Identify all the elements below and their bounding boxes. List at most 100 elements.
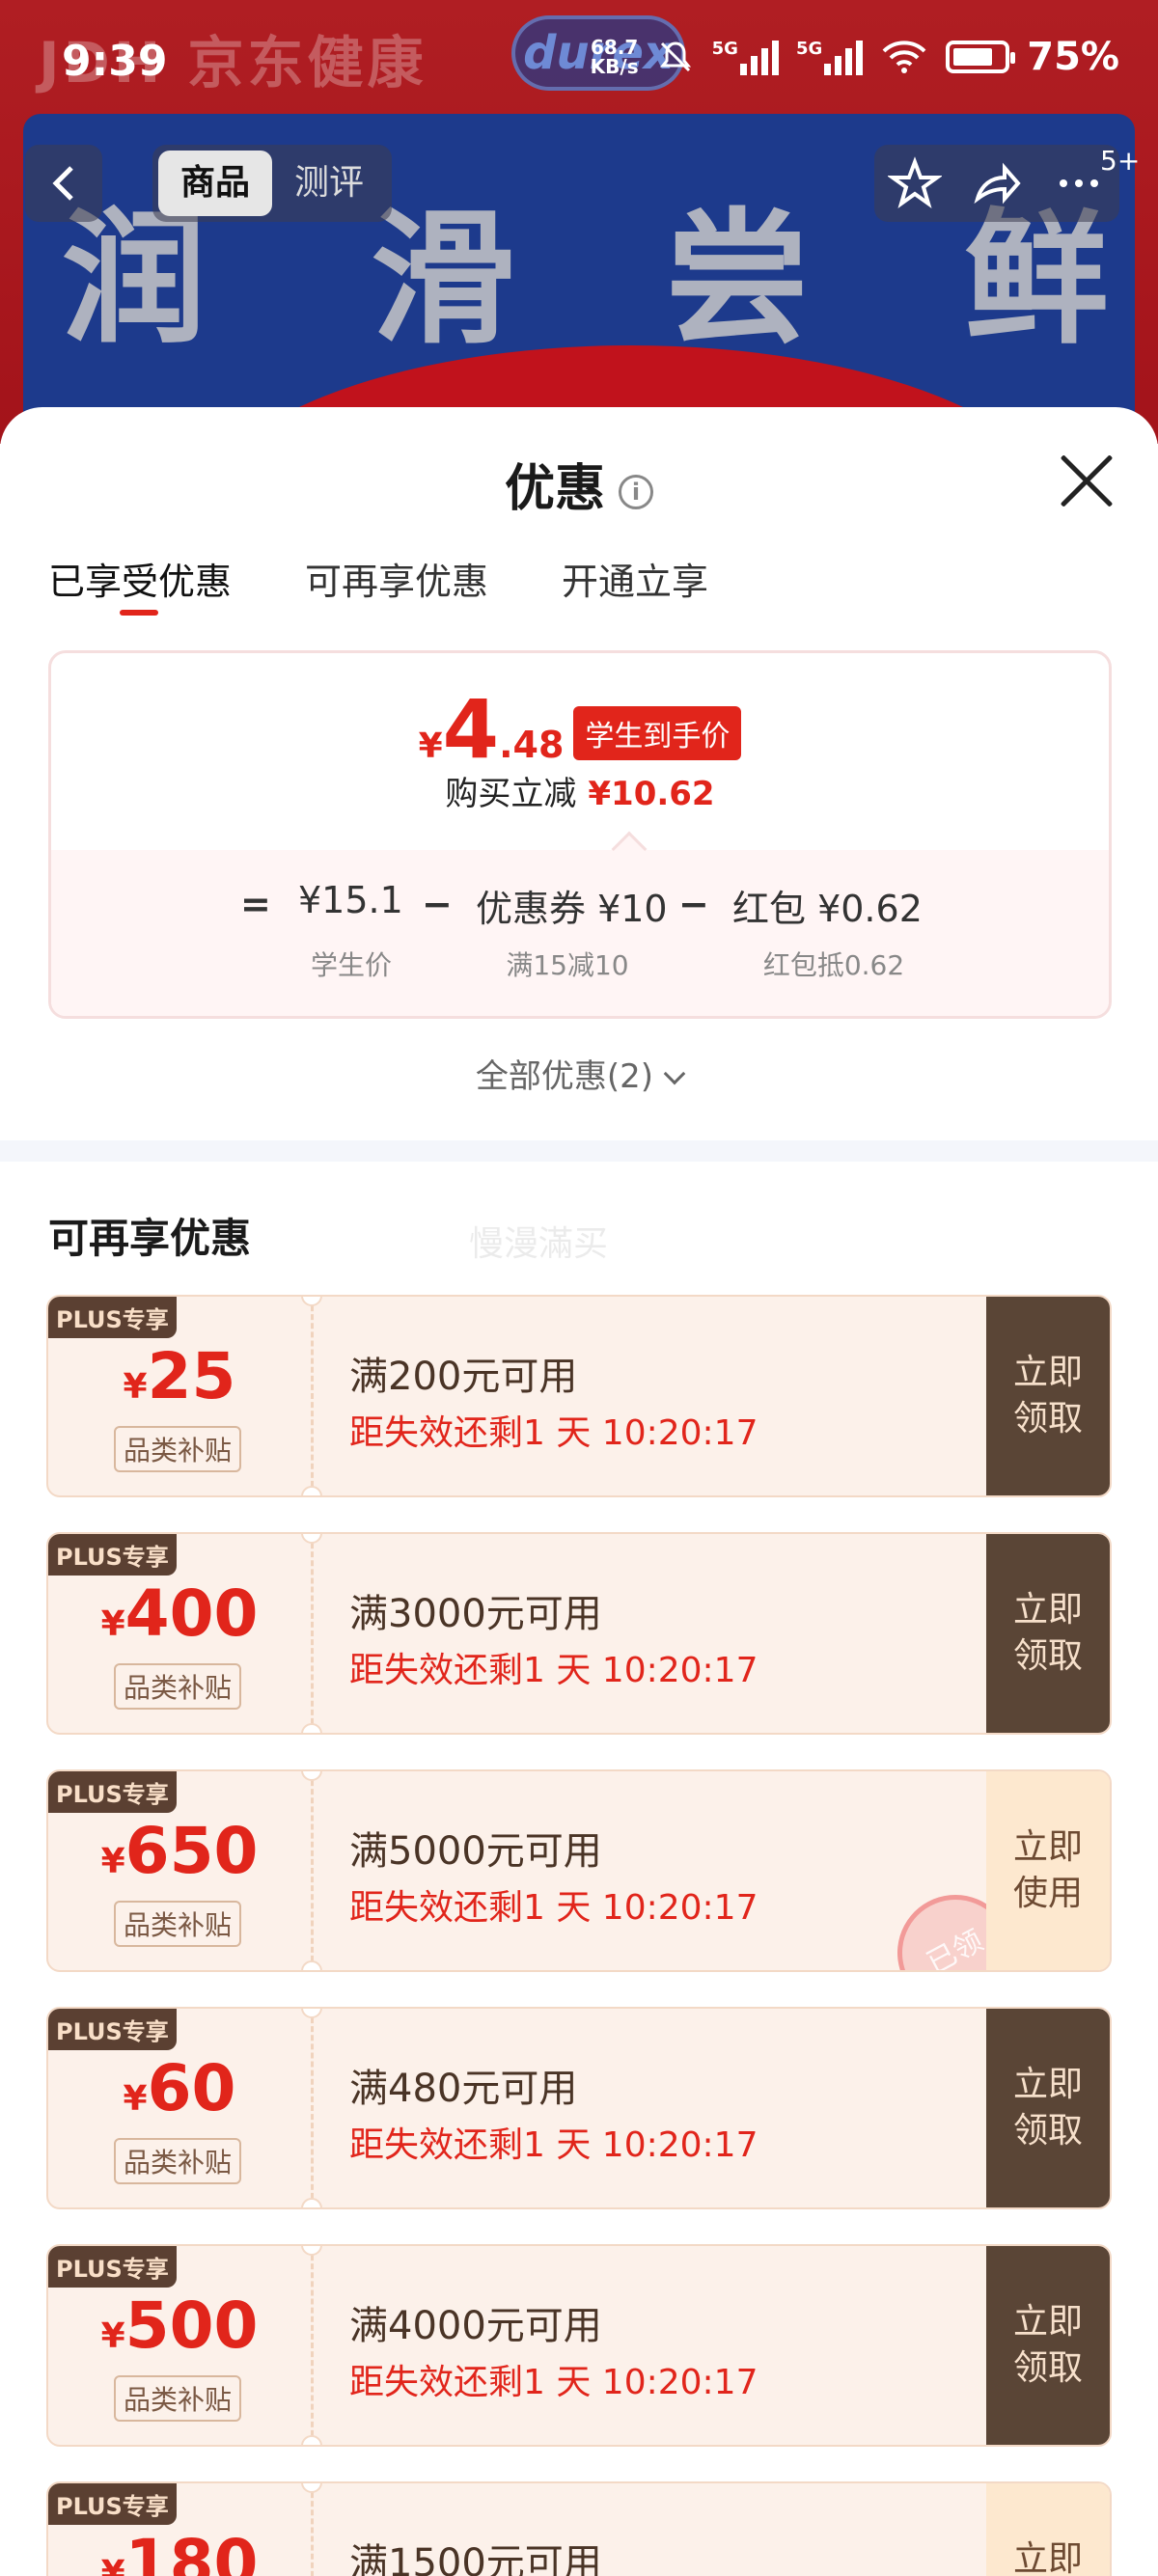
battery-icon [946, 41, 1016, 73]
student-price-label: 学生价 [310, 949, 392, 981]
use-now-button[interactable]: 立即 使用 [986, 1771, 1110, 1970]
coupon-value-area: PLUS专享 ¥60 品类补贴 [48, 2009, 311, 2207]
status-icons: 68.7 KB/s 5G 5G 75% [591, 35, 1119, 79]
final-price: ¥4.48 学生到手价 [51, 682, 1109, 777]
coupon-card: PLUS专享 ¥60 品类补贴 满480元可用 距失效还剩1 天 10:20:17 立即 … [46, 2007, 1112, 2209]
offer-tabs: 已享受优惠 可再享优惠 开通立享 [48, 552, 708, 616]
minus-sign: − [422, 883, 453, 925]
net-speed: 68.7 KB/s [590, 36, 639, 78]
plus-exclusive-tag: PLUS专享 [48, 1297, 177, 1338]
tab-more-offers[interactable]: 可再享优惠 [305, 552, 488, 605]
price-card: ¥4.48 学生到手价 购买立减 ¥10.62 = ¥15.1 学生价 − 优惠券 … [48, 650, 1112, 1019]
claim-now-button[interactable]: 立即 领取 [986, 2009, 1110, 2207]
coupon-value-area: PLUS专享 ¥25 品类补贴 [48, 1297, 311, 1495]
close-icon[interactable] [1058, 452, 1116, 509]
category-subsidy-tag: 品类补贴 [114, 1426, 242, 1472]
tab-product[interactable]: 商品 [158, 151, 272, 216]
coupon-condition: 满4000元可用 [349, 2304, 602, 2348]
status-bar: 9:39 68.7 KB/s 5G 5G 75% [0, 0, 1158, 131]
claim-now-button[interactable]: 立即 领取 [986, 1534, 1110, 1733]
star-icon[interactable] [888, 156, 943, 210]
coupon-condition: 满200元可用 [349, 1355, 578, 1399]
signal-bars-icon [739, 39, 779, 75]
instant-discount: 购买立减 ¥10.62 [445, 775, 715, 813]
section-divider [0, 1140, 1158, 1162]
student-price-value: ¥15.1 [298, 879, 403, 921]
claim-now-button[interactable]: 立即 领取 [986, 2246, 1110, 2445]
status-time: 9:39 [62, 37, 168, 86]
coupon-separator [311, 2246, 314, 2445]
coupon-separator [311, 1297, 314, 1495]
coupon-value-area: PLUS专享 ¥500 品类补贴 [48, 2246, 311, 2445]
coupon-separator [311, 1534, 314, 1733]
coupon-separator [311, 1771, 314, 1970]
battery-percent: 75% [1027, 35, 1119, 79]
coupon-value-area: PLUS专享¥180品类补贴 [48, 2483, 311, 2576]
coupon-amount: ¥180 [100, 2526, 259, 2576]
plus-exclusive-tag: PLUS专享 [48, 1534, 177, 1576]
all-offers-toggle[interactable]: 全部优惠(2) [0, 1050, 1158, 1097]
coupon-label: 满15减10 [506, 949, 629, 981]
coupon-countdown: 距失效还剩1 天 10:20:17 [349, 1413, 758, 1453]
coupon-separator [311, 2009, 314, 2207]
category-subsidy-tag: 品类补贴 [114, 2375, 242, 2422]
info-icon[interactable]: i [619, 475, 653, 509]
tab-review[interactable]: 测评 [272, 151, 386, 216]
share-icon[interactable] [970, 156, 1024, 210]
watermark: 慢漫滿买 [469, 1224, 609, 1264]
banner-char: 尝 [665, 196, 811, 364]
more-icon[interactable] [1052, 156, 1106, 210]
coupon-value-area: PLUS专享 ¥400 品类补贴 [48, 1534, 311, 1733]
redpack-value: 红包 ¥0.62 [732, 888, 923, 930]
minus-sign: − [678, 883, 709, 925]
coupon-countdown: 距失效还剩1 天 10:20:17 [349, 2363, 758, 2402]
coupon-amount: ¥650 [100, 1814, 259, 1888]
tab-enjoyed-offers[interactable]: 已享受优惠 [48, 552, 232, 616]
coupon-card: PLUS专享 ¥25 品类补贴 满200元可用距失效还剩1 天 10:20:17 立即 … [46, 1295, 1112, 1497]
chevron-left-icon [52, 166, 73, 201]
price-breakdown: = ¥15.1 学生价 − 优惠券 ¥10 满15减10 − 红包 ¥0.62 … [51, 831, 1109, 1016]
chevron-down-icon [663, 1062, 686, 1085]
coupon-card: PLUS专享¥180品类补贴满1500元可用 立即 使用 [46, 2481, 1112, 2576]
student-price-badge: 学生到手价 [573, 706, 742, 760]
category-subsidy-tag: 品类补贴 [114, 2138, 242, 2184]
nav-actions [874, 145, 1119, 222]
signal-2: 5G [796, 39, 864, 75]
redpack-label: 红包抵0.62 [762, 949, 905, 981]
plus-exclusive-tag: PLUS专享 [48, 2009, 177, 2050]
category-subsidy-tag: 品类补贴 [114, 1901, 242, 1947]
coupon-amount: ¥400 [100, 1576, 259, 1651]
wifi-icon [882, 41, 926, 73]
coupon-amount: ¥25 [123, 1339, 236, 1413]
back-button[interactable] [25, 145, 102, 222]
use-now-button[interactable]: 立即 使用 [986, 2483, 1110, 2576]
coupon-separator [311, 2483, 314, 2576]
coupon-condition: 满1500元可用 [349, 2541, 602, 2576]
coupon-value-area: PLUS专享 ¥650 品类补贴 [48, 1771, 311, 1970]
coupon-countdown: 距失效还剩1 天 10:20:17 [349, 1888, 758, 1928]
coupon-card: PLUS专享 ¥400 品类补贴 满3000元可用 距失效还剩1 天 10:20:17 立… [46, 1532, 1112, 1735]
banner-char: 滑 [371, 196, 516, 364]
plus-exclusive-tag: PLUS专享 [48, 2483, 177, 2525]
category-subsidy-tag: 品类补贴 [114, 1663, 242, 1710]
offers-sheet: 优惠 i 已享受优惠 可再享优惠 开通立享 ¥4.48 学生到手价 购买立减 ¥10.… [0, 407, 1158, 2576]
coupon-amount: ¥500 [100, 2288, 259, 2363]
claim-now-button[interactable]: 立即 领取 [986, 1297, 1110, 1495]
section-title: 可再享优惠 [48, 1215, 252, 1262]
coupon-condition: 满5000元可用 [349, 1829, 602, 1874]
coupon-countdown: 距失效还剩1 天 10:20:17 [349, 1651, 758, 1690]
equals-sign: = [240, 883, 271, 925]
coupon-condition: 满480元可用 [349, 2067, 578, 2111]
signal-1: 5G [712, 39, 779, 75]
coupon-value: 优惠券 ¥10 [476, 888, 668, 930]
mute-icon [659, 41, 691, 72]
plus-exclusive-tag: PLUS专享 [48, 2246, 177, 2288]
sheet-title: 优惠 i [0, 448, 1158, 520]
coupon-card: PLUS专享 ¥500 品类补贴 满4000元可用距失效还剩1 天 10:20:17 立… [46, 2244, 1112, 2447]
coupon-card: PLUS专享 ¥650 品类补贴 满5000元可用 距失效还剩1 天 10:20:17 已… [46, 1769, 1112, 1972]
signal-bars-icon [824, 39, 864, 75]
coupon-amount: ¥60 [123, 2051, 236, 2125]
plus-exclusive-tag: PLUS专享 [48, 1771, 177, 1813]
tab-open-enjoy[interactable]: 开通立享 [562, 552, 708, 605]
product-nav-tabs: 商品 测评 [152, 145, 392, 222]
